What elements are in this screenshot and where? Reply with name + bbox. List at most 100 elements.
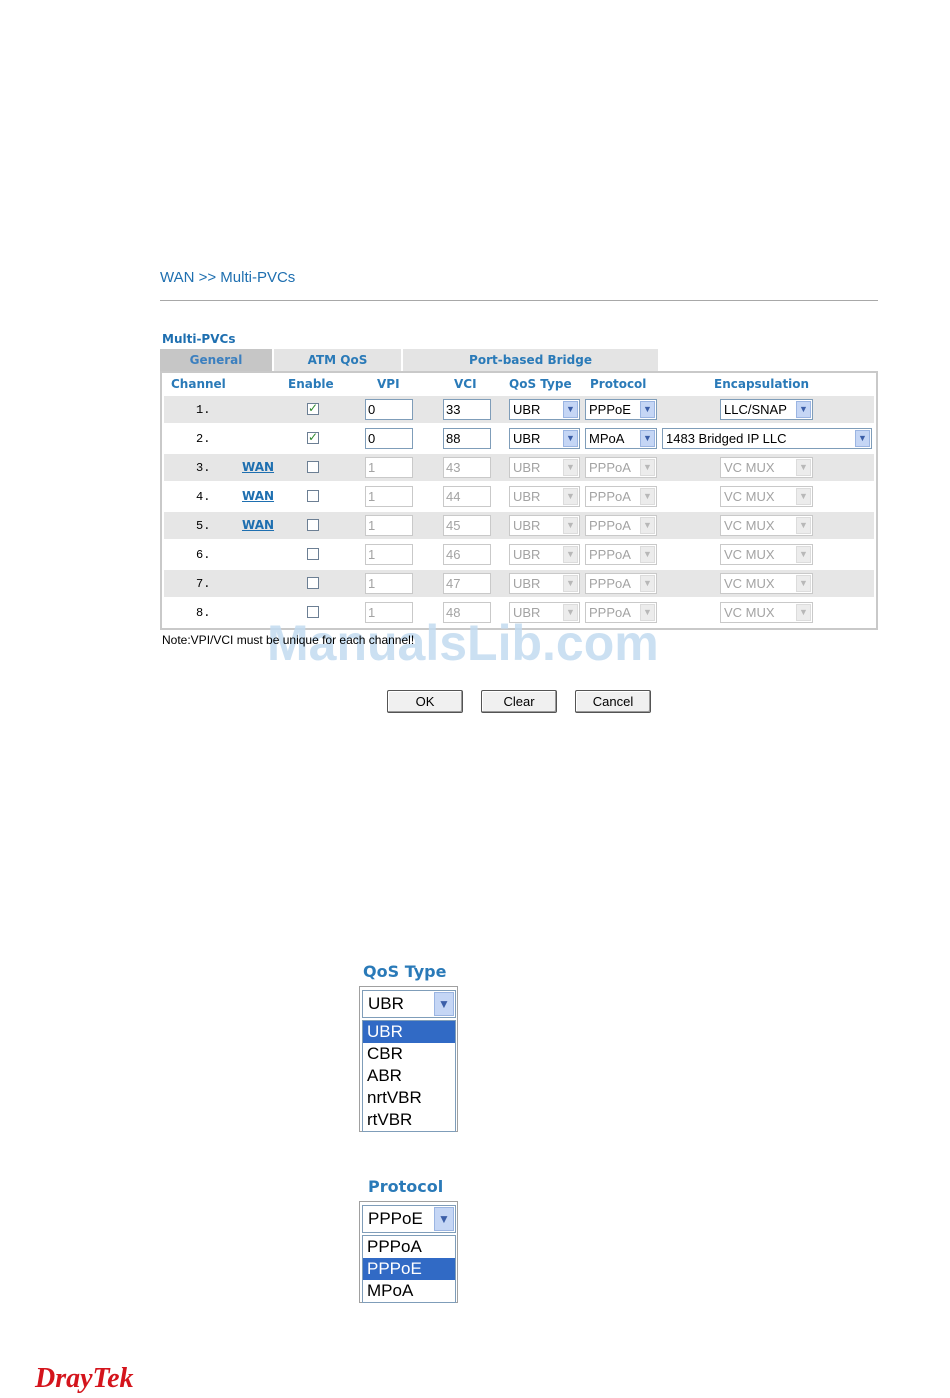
protocol-option-mpoa[interactable]: MPoA bbox=[363, 1280, 455, 1302]
wan-link[interactable]: WAN bbox=[242, 489, 274, 503]
chevron-down-icon: ▼ bbox=[796, 546, 811, 563]
vci-input[interactable]: 33 bbox=[443, 399, 491, 420]
divider bbox=[160, 300, 878, 301]
enable-checkbox[interactable] bbox=[307, 548, 319, 560]
vci-input[interactable]: 45 bbox=[443, 515, 491, 536]
chevron-down-icon: ▼ bbox=[563, 459, 578, 476]
clear-button[interactable]: Clear bbox=[481, 690, 557, 713]
encapsulation-select-value: VC MUX bbox=[724, 605, 775, 620]
vpi-input[interactable]: 0 bbox=[365, 399, 413, 420]
protocol-select[interactable]: PPPoA ▼ bbox=[585, 457, 657, 478]
encapsulation-select[interactable]: VC MUX ▼ bbox=[720, 573, 813, 594]
tab-atm-qos[interactable]: ATM QoS bbox=[274, 349, 403, 371]
header-enable: Enable bbox=[288, 377, 334, 391]
vci-input[interactable]: 88 bbox=[443, 428, 491, 449]
qos-select[interactable]: UBR ▼ bbox=[509, 428, 580, 449]
qos-select[interactable]: UBR ▼ bbox=[509, 486, 580, 507]
enable-checkbox[interactable] bbox=[307, 430, 319, 444]
chevron-down-icon: ▼ bbox=[563, 401, 578, 418]
encapsulation-select-value: VC MUX bbox=[724, 460, 775, 475]
qos-select[interactable]: UBR ▼ bbox=[509, 544, 580, 565]
vpi-input[interactable]: 1 bbox=[365, 515, 413, 536]
qos-option-cbr[interactable]: CBR bbox=[363, 1043, 455, 1065]
vpi-input[interactable]: 1 bbox=[365, 457, 413, 478]
chevron-down-icon: ▼ bbox=[640, 517, 655, 534]
header-encapsulation: Encapsulation bbox=[714, 377, 810, 391]
vci-input[interactable]: 47 bbox=[443, 573, 491, 594]
encapsulation-select[interactable]: 1483 Bridged IP LLC ▼ bbox=[662, 428, 872, 449]
tab-general[interactable]: General bbox=[160, 349, 274, 371]
vpi-input[interactable]: 1 bbox=[365, 544, 413, 565]
protocol-dropdown-select[interactable]: PPPoE ▼ bbox=[362, 1205, 456, 1233]
wan-link[interactable]: WAN bbox=[242, 460, 274, 474]
table-row: 7. 1 47 UBR ▼ PPPoA ▼ VC MUX ▼ bbox=[164, 570, 874, 597]
qos-select[interactable]: UBR ▼ bbox=[509, 573, 580, 594]
enable-checkbox[interactable] bbox=[307, 461, 319, 473]
qos-select[interactable]: UBR ▼ bbox=[509, 515, 580, 536]
channel-number: 2. bbox=[196, 432, 211, 446]
enable-checkbox[interactable] bbox=[307, 519, 319, 531]
qos-option-nrtvbr[interactable]: nrtVBR bbox=[363, 1087, 455, 1109]
encapsulation-select[interactable]: VC MUX ▼ bbox=[720, 486, 813, 507]
encapsulation-select[interactable]: VC MUX ▼ bbox=[720, 515, 813, 536]
protocol-option-pppoe[interactable]: PPPoE bbox=[363, 1258, 455, 1280]
enable-checkbox[interactable] bbox=[307, 490, 319, 502]
qos-select[interactable]: UBR ▼ bbox=[509, 399, 580, 420]
note-text: Note:VPI/VCI must be unique for each cha… bbox=[162, 633, 415, 647]
encapsulation-select[interactable]: VC MUX ▼ bbox=[720, 457, 813, 478]
enable-checkbox[interactable] bbox=[307, 401, 319, 415]
protocol-select-value: PPPoA bbox=[589, 576, 631, 591]
protocol-select[interactable]: PPPoA ▼ bbox=[585, 544, 657, 565]
qos-select-value: UBR bbox=[513, 518, 541, 533]
header-vpi: VPI bbox=[377, 377, 400, 391]
qos-dropdown-list: UBR CBR ABR nrtVBR rtVBR bbox=[362, 1020, 456, 1132]
qos-select-value: UBR bbox=[513, 460, 541, 475]
wan-link[interactable]: WAN bbox=[242, 518, 274, 532]
protocol-option-pppoa[interactable]: PPPoA bbox=[363, 1236, 455, 1258]
tab-port-based-bridge[interactable]: Port-based Bridge bbox=[403, 349, 660, 371]
cancel-button[interactable]: Cancel bbox=[575, 690, 651, 713]
protocol-select[interactable]: PPPoE ▼ bbox=[585, 399, 657, 420]
encapsulation-select[interactable]: VC MUX ▼ bbox=[720, 602, 813, 623]
chevron-down-icon: ▼ bbox=[640, 401, 655, 418]
header-channel: Channel bbox=[171, 377, 226, 391]
vci-input[interactable]: 46 bbox=[443, 544, 491, 565]
vpi-input[interactable]: 1 bbox=[365, 486, 413, 507]
enable-checkbox[interactable] bbox=[307, 577, 319, 589]
draytek-logo: DrayTek bbox=[35, 1363, 134, 1394]
qos-option-ubr[interactable]: UBR bbox=[363, 1021, 455, 1043]
channel-number: 5. bbox=[196, 519, 211, 533]
encapsulation-select[interactable]: VC MUX ▼ bbox=[720, 544, 813, 565]
channel-number: 6. bbox=[196, 548, 211, 562]
protocol-select[interactable]: PPPoA ▼ bbox=[585, 486, 657, 507]
protocol-select[interactable]: PPPoA ▼ bbox=[585, 515, 657, 536]
qos-dropdown-selected: UBR bbox=[368, 994, 404, 1013]
encapsulation-select-value: VC MUX bbox=[724, 547, 775, 562]
header-vci: VCI bbox=[454, 377, 477, 391]
qos-dropdown-select[interactable]: UBR ▼ bbox=[362, 990, 456, 1018]
qos-option-abr[interactable]: ABR bbox=[363, 1065, 455, 1087]
chevron-down-icon: ▼ bbox=[640, 430, 655, 447]
chevron-down-icon: ▼ bbox=[796, 575, 811, 592]
qos-dropdown-title: QoS Type bbox=[363, 962, 447, 981]
protocol-select[interactable]: PPPoA ▼ bbox=[585, 573, 657, 594]
qos-option-rtvbr[interactable]: rtVBR bbox=[363, 1109, 455, 1131]
ok-button[interactable]: OK bbox=[387, 690, 463, 713]
chevron-down-icon: ▼ bbox=[796, 488, 811, 505]
header-protocol: Protocol bbox=[590, 377, 647, 391]
vci-input[interactable]: 44 bbox=[443, 486, 491, 507]
protocol-select-value: PPPoA bbox=[589, 518, 631, 533]
qos-select-value: UBR bbox=[513, 576, 541, 591]
encapsulation-select[interactable]: LLC/SNAP ▼ bbox=[720, 399, 813, 420]
protocol-select-value: PPPoA bbox=[589, 547, 631, 562]
qos-select-value: UBR bbox=[513, 547, 541, 562]
vpi-input[interactable]: 1 bbox=[365, 573, 413, 594]
chevron-down-icon: ▼ bbox=[434, 992, 454, 1016]
table-row: 5. WAN 1 45 UBR ▼ PPPoA ▼ VC MUX ▼ bbox=[164, 512, 874, 539]
protocol-select[interactable]: MPoA ▼ bbox=[585, 428, 657, 449]
chevron-down-icon: ▼ bbox=[563, 517, 578, 534]
vci-input[interactable]: 43 bbox=[443, 457, 491, 478]
vpi-input[interactable]: 0 bbox=[365, 428, 413, 449]
qos-select[interactable]: UBR ▼ bbox=[509, 457, 580, 478]
protocol-dropdown-list: PPPoA PPPoE MPoA bbox=[362, 1235, 456, 1303]
